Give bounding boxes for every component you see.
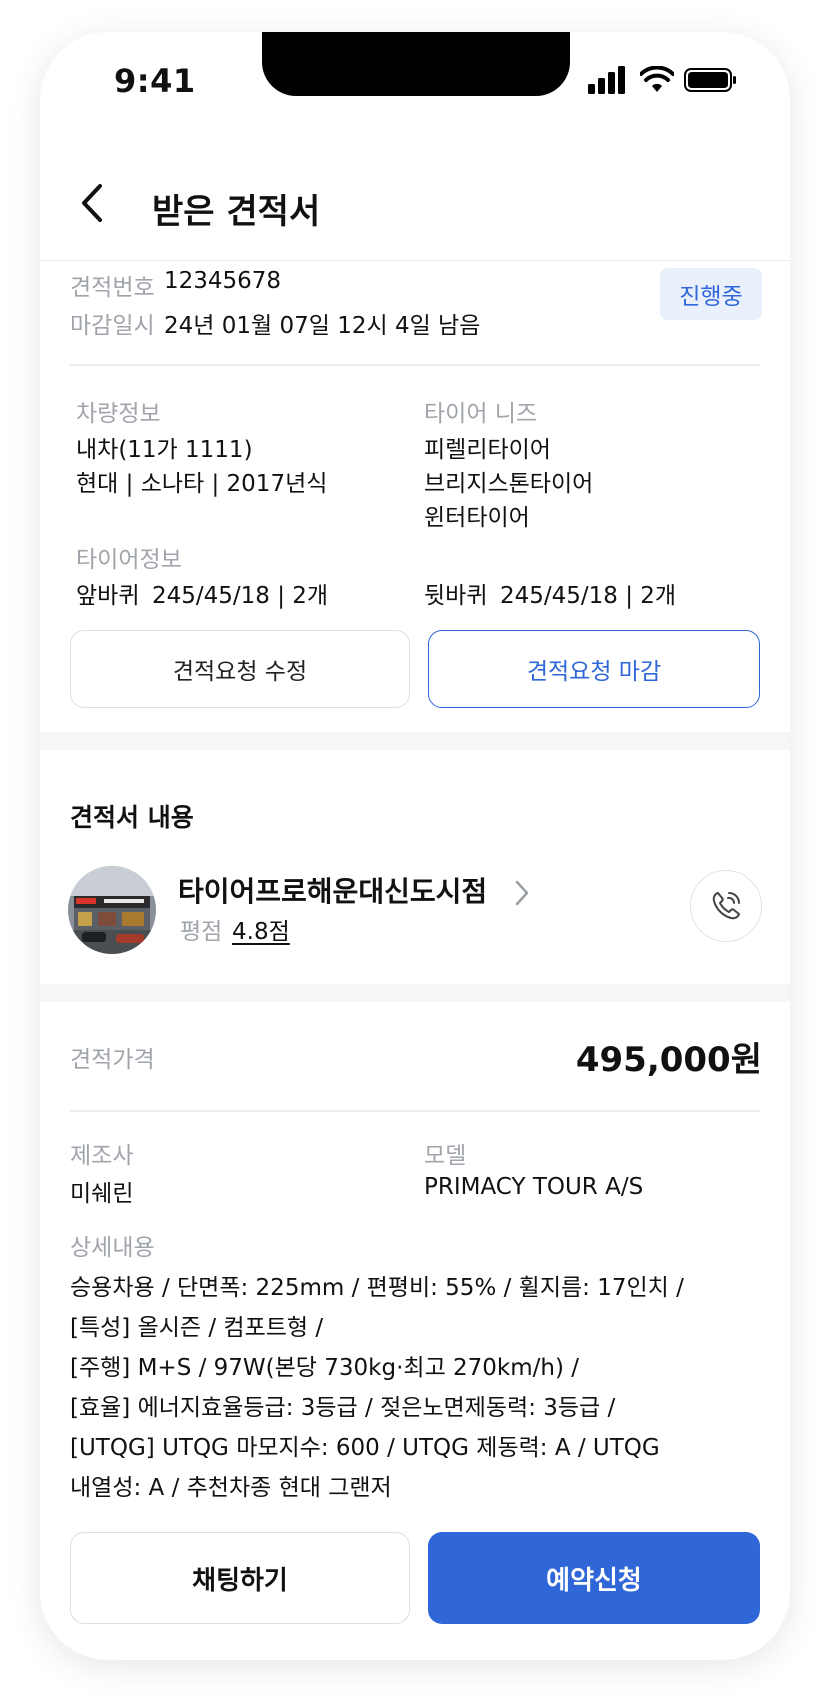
reserve-button[interactable]: 예약신청 — [428, 1532, 760, 1624]
page-title: 받은 견적서 — [152, 192, 321, 232]
vehicle-info-label: 차량정보 — [76, 401, 161, 427]
close-request-button[interactable]: 견적요청 마감 — [428, 630, 760, 708]
detail-line: [UTQG] UTQG 마모지수: 600 / UTQG 제동력: A / UT… — [70, 1435, 660, 1461]
back-button[interactable] — [70, 178, 120, 228]
front-tire-value: 245/45/18 | 2개 — [152, 583, 329, 609]
status-bar: 9:41 — [40, 32, 790, 132]
device-notch — [262, 32, 570, 96]
wifi-icon — [640, 66, 674, 92]
front-tire-label: 앞바퀴 — [76, 583, 140, 609]
edit-request-button[interactable]: 견적요청 수정 — [70, 630, 410, 708]
price-label: 견적가격 — [70, 1047, 155, 1073]
detail-line: [효율] 에너지효율등급: 3등급 / 젖은노면제동력: 3등급 / — [70, 1395, 616, 1421]
section-gap — [40, 732, 790, 750]
price-value: 495,000원 — [575, 1040, 762, 1080]
quote-content-title: 견적서 내용 — [70, 803, 194, 832]
signal-icon — [588, 66, 625, 94]
maker-value: 미쉐린 — [70, 1181, 134, 1207]
model-value: PRIMACY TOUR A/S — [424, 1174, 644, 1200]
rating-label: 평점 — [180, 919, 223, 945]
tire-info-label: 타이어정보 — [76, 547, 182, 573]
battery-icon — [684, 68, 736, 92]
vehicle-plate: 내차(11가 1111) — [76, 437, 253, 463]
quote-number-value: 12345678 — [164, 268, 282, 294]
quote-number-label: 견적번호 — [70, 275, 155, 301]
vehicle-model: 현대 | 소나타 | 2017년식 — [76, 471, 328, 497]
nav-header: 받은 견적서 — [40, 138, 790, 261]
tire-need-item: 브리지스톤타이어 — [424, 471, 594, 497]
model-label: 모델 — [424, 1143, 467, 1169]
chevron-right-icon — [515, 880, 529, 906]
divider — [70, 364, 760, 366]
section-gap — [40, 984, 790, 1002]
deadline-label: 마감일시 — [70, 313, 155, 339]
rating-value[interactable]: 4.8점 — [232, 912, 290, 946]
status-time: 9:41 — [114, 62, 196, 100]
rear-tire-value: 245/45/18 | 2개 — [500, 583, 677, 609]
detail-line: 승용차용 / 단면폭: 225mm / 편평비: 55% / 휠지름: 17인치… — [70, 1275, 684, 1301]
tire-need-item: 피렐리타이어 — [424, 437, 551, 463]
rear-tire-label: 뒷바퀴 — [424, 583, 488, 609]
chevron-left-icon — [82, 184, 102, 222]
deadline-value: 24년 01월 07일 12시 4일 남음 — [164, 313, 481, 339]
shop-name: 타이어프로해운대신도시점 — [178, 875, 488, 908]
detail-line: [주행] M+S / 97W(본당 730kg·최고 270km/h) / — [70, 1355, 580, 1381]
tire-need-item: 윈터타이어 — [424, 505, 530, 531]
phone-frame: 9:41 받은 견적서 견적번호 12345678 마감일시 24년 01월 0… — [40, 32, 790, 1660]
status-icons — [588, 66, 738, 96]
shop-photo-image — [68, 866, 156, 954]
shop-name-link[interactable]: 타이어프로해운대신도시점 — [178, 870, 535, 910]
tire-needs-label: 타이어 니즈 — [424, 401, 538, 427]
detail-label: 상세내용 — [70, 1235, 155, 1261]
divider — [70, 1110, 760, 1112]
status-badge: 진행중 — [660, 268, 762, 320]
shop-avatar[interactable] — [68, 866, 156, 954]
chat-button[interactable]: 채팅하기 — [70, 1532, 410, 1624]
detail-line: 내열성: A / 추천차종 현대 그랜저 — [70, 1475, 392, 1501]
detail-line: [특성] 올시즌 / 컴포트형 / — [70, 1315, 324, 1341]
maker-label: 제조사 — [70, 1143, 134, 1169]
phone-call-icon — [712, 892, 740, 920]
call-button[interactable] — [690, 870, 762, 942]
